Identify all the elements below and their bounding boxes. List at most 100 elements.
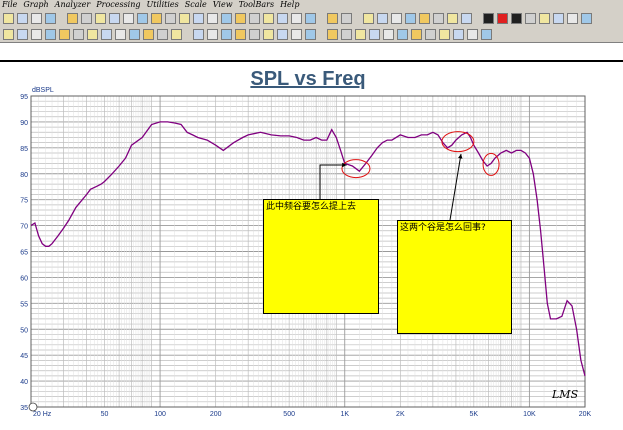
disk-icon[interactable] [249,13,260,24]
disk-icon[interactable] [143,29,154,40]
window-icon[interactable] [249,29,260,40]
disk-icon[interactable] [171,29,182,40]
y-tick-label: 95 [20,94,28,101]
disk-icon[interactable] [87,29,98,40]
window-icon[interactable] [277,29,288,40]
folder-icon[interactable] [151,13,162,24]
x-tick-label: 20K [579,411,592,418]
box-icon[interactable] [447,13,458,24]
y-tick-label: 90 [20,120,28,127]
crop-icon[interactable] [405,13,416,24]
play-icon[interactable] [525,13,536,24]
window-icon[interactable] [327,29,338,40]
annotation-note-2[interactable]: 这两个谷是怎么回事? [397,220,512,334]
window-icon[interactable] [355,29,366,40]
disk-icon[interactable] [45,29,56,40]
page-icon[interactable] [45,13,56,24]
mic-icon[interactable] [581,13,592,24]
lasso-icon[interactable] [363,13,374,24]
window-icon[interactable] [481,29,492,40]
folder-icon[interactable] [81,13,92,24]
menu-item-file[interactable]: File [2,0,17,10]
disk-icon[interactable] [235,13,246,24]
lms-watermark: LMS [551,388,579,401]
plot-area[interactable]: SPL vs Freq dBSPL 95 90 85 80 75 70 65 60 55 50 45 40… [0,62,623,425]
window-icon[interactable] [207,29,218,40]
x-tick-label: 200 [210,411,222,418]
window-icon[interactable] [235,29,246,40]
x-tick-label: 2K [396,411,405,418]
print-icon[interactable] [31,13,42,24]
open-icon[interactable] [3,13,14,24]
window-icon[interactable] [467,29,478,40]
folder-icon[interactable] [137,13,148,24]
disk-icon[interactable] [129,29,140,40]
window-icon[interactable] [193,29,204,40]
menu-item-utilities[interactable]: Utilities [147,0,179,10]
window-icon[interactable] [221,29,232,40]
highlight-circle-1 [441,131,475,153]
menu-item-toolbars[interactable]: ToolBars [239,0,274,10]
disk-icon[interactable] [157,29,168,40]
menu-item-scale[interactable]: Scale [185,0,207,10]
x-tick-label: 5K [470,411,479,418]
disk-icon[interactable] [179,13,190,24]
wand-icon[interactable] [539,13,550,24]
record-icon[interactable] [497,13,508,24]
grid-icon[interactable] [327,13,338,24]
annotation-note-1[interactable]: 此中频谷要怎么提上去 [263,199,379,314]
x-tick-label: 100 [154,411,166,418]
disk-icon[interactable] [73,29,84,40]
disk-icon[interactable] [263,13,274,24]
disk-icon[interactable] [59,29,70,40]
window-icon[interactable] [411,29,422,40]
crop-icon[interactable] [391,13,402,24]
box-icon[interactable] [461,13,472,24]
window-icon[interactable] [397,29,408,40]
menu-item-analyzer[interactable]: Analyzer [55,0,91,10]
disk-icon[interactable] [291,13,302,24]
disk-icon[interactable] [305,13,316,24]
window-icon[interactable] [439,29,450,40]
folder-icon[interactable] [67,13,78,24]
window-icon[interactable] [369,29,380,40]
menu-item-view[interactable]: View [213,0,233,10]
window-icon[interactable] [425,29,436,40]
tool-icon[interactable] [553,13,564,24]
disk-icon[interactable] [207,13,218,24]
window-icon[interactable] [383,29,394,40]
disk-icon[interactable] [193,13,204,24]
menu-bar: File Graph Analyzer Processing Utilities Scal… [0,0,623,10]
y-tick-label: 70 [20,224,28,231]
menu-item-graph[interactable]: Graph [23,0,48,10]
save-icon[interactable] [17,29,28,40]
toolbar-row-2 [0,27,623,43]
menu-item-processing[interactable]: Processing [96,0,140,10]
gear-icon[interactable] [567,13,578,24]
open-icon[interactable] [3,29,14,40]
window-icon[interactable] [291,29,302,40]
disk-icon[interactable] [221,13,232,24]
folder-icon[interactable] [109,13,120,24]
window-icon[interactable] [263,29,274,40]
crosshair-icon[interactable] [28,402,38,412]
window-icon[interactable] [341,29,352,40]
grid-icon[interactable] [341,13,352,24]
disk-icon[interactable] [277,13,288,24]
y-tick-label: 55 [20,301,28,308]
window-icon[interactable] [305,29,316,40]
disk-icon[interactable] [101,29,112,40]
folder-icon[interactable] [123,13,134,24]
move-icon[interactable] [419,13,430,24]
box-icon[interactable] [433,13,444,24]
stop-icon[interactable] [483,13,494,24]
save-icon[interactable] [17,13,28,24]
folder-icon[interactable] [165,13,176,24]
print-icon[interactable] [31,29,42,40]
cursor-icon[interactable] [377,13,388,24]
stop-icon[interactable] [511,13,522,24]
window-icon[interactable] [453,29,464,40]
folder-icon[interactable] [95,13,106,24]
menu-item-help[interactable]: Help [280,0,299,10]
disk-icon[interactable] [115,29,126,40]
